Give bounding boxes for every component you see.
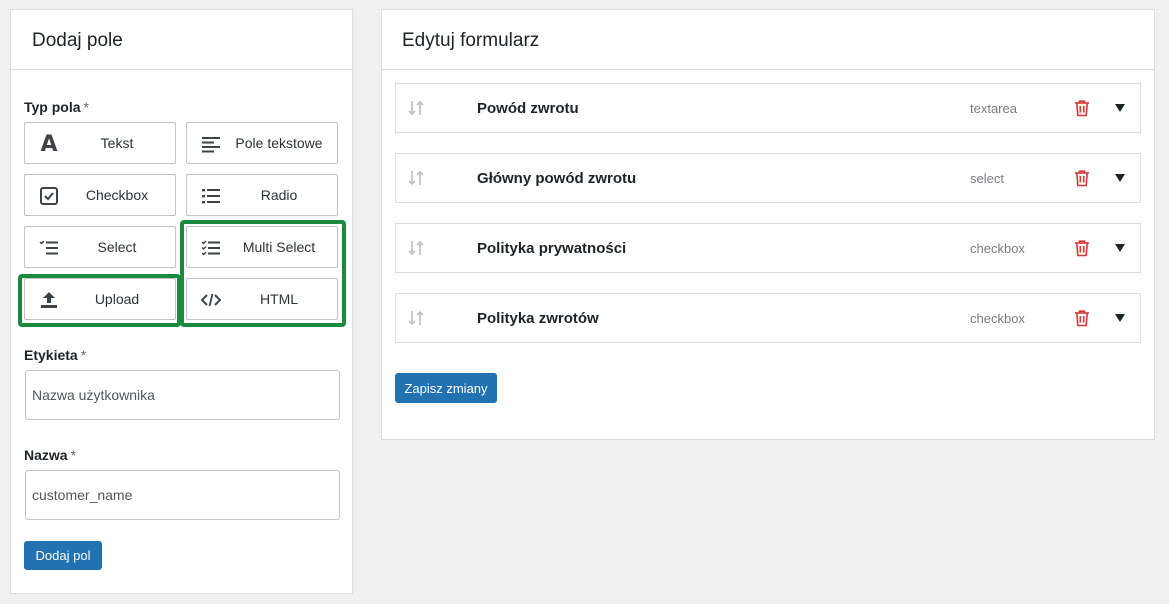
label-input[interactable]: Nazwa użytkownika [25,370,340,420]
field-name: Powód zwrotu [477,99,579,117]
type-select-button[interactable]: Select [24,226,176,268]
add-field-panel: Dodaj pole Typ pola * A Tekst Pole teksto… [10,9,353,594]
type-multiselect-button[interactable]: Multi Select [186,226,338,268]
field-name: Główny powód zwrotu [477,169,637,187]
form-field-row[interactable]: Główny powód zwrotu select [395,153,1141,203]
add-field-button[interactable]: Dodaj pol [24,541,102,570]
field-type: textarea [970,100,1017,116]
multi-select-icon [201,238,221,258]
type-textarea-button[interactable]: Pole tekstowe [186,122,338,164]
type-text-button[interactable]: A Tekst [24,122,176,164]
type-checkbox-button[interactable]: Checkbox [24,174,176,216]
name-field-label: Nazwa * [24,447,77,463]
field-type: checkbox [970,310,1025,326]
upload-icon [39,290,59,310]
trash-icon[interactable] [1073,239,1091,257]
checkbox-icon [39,186,59,206]
field-type: checkbox [970,240,1025,256]
edit-form-panel: Edytuj formularz Powód zwrotu textarea G… [381,9,1155,440]
align-left-icon [201,134,221,154]
trash-icon[interactable] [1073,99,1091,117]
field-name: Polityka prywatności [477,239,627,257]
field-type-label: Typ pola * [24,99,89,115]
sort-arrows-icon[interactable] [406,238,426,258]
sort-arrows-icon[interactable] [406,308,426,328]
caret-down-icon[interactable] [1114,103,1126,113]
form-field-row[interactable]: Polityka prywatności checkbox [395,223,1141,273]
type-html-button[interactable]: HTML [186,278,338,320]
select-list-icon [39,238,59,258]
sort-arrows-icon[interactable] [406,168,426,188]
type-upload-button[interactable]: Upload [24,278,176,320]
name-input[interactable]: customer_name [25,470,340,520]
label-field-label: Etykieta * [24,347,87,363]
save-changes-button[interactable]: Zapisz zmiany [395,373,497,403]
caret-down-icon[interactable] [1114,243,1126,253]
field-type: select [970,170,1004,186]
code-icon [201,290,221,310]
caret-down-icon[interactable] [1114,173,1126,183]
form-field-row[interactable]: Powód zwrotu textarea [395,83,1141,133]
type-radio-button[interactable]: Radio [186,174,338,216]
add-field-title: Dodaj pole [11,10,352,70]
text-a-icon: A [40,131,58,157]
edit-form-title: Edytuj formularz [382,10,1154,70]
field-name: Polityka zwrotów [477,309,599,327]
trash-icon[interactable] [1073,169,1091,187]
list-icon [201,186,221,206]
sort-arrows-icon[interactable] [406,98,426,118]
trash-icon[interactable] [1073,309,1091,327]
form-field-row[interactable]: Polityka zwrotów checkbox [395,293,1141,343]
caret-down-icon[interactable] [1114,313,1126,323]
